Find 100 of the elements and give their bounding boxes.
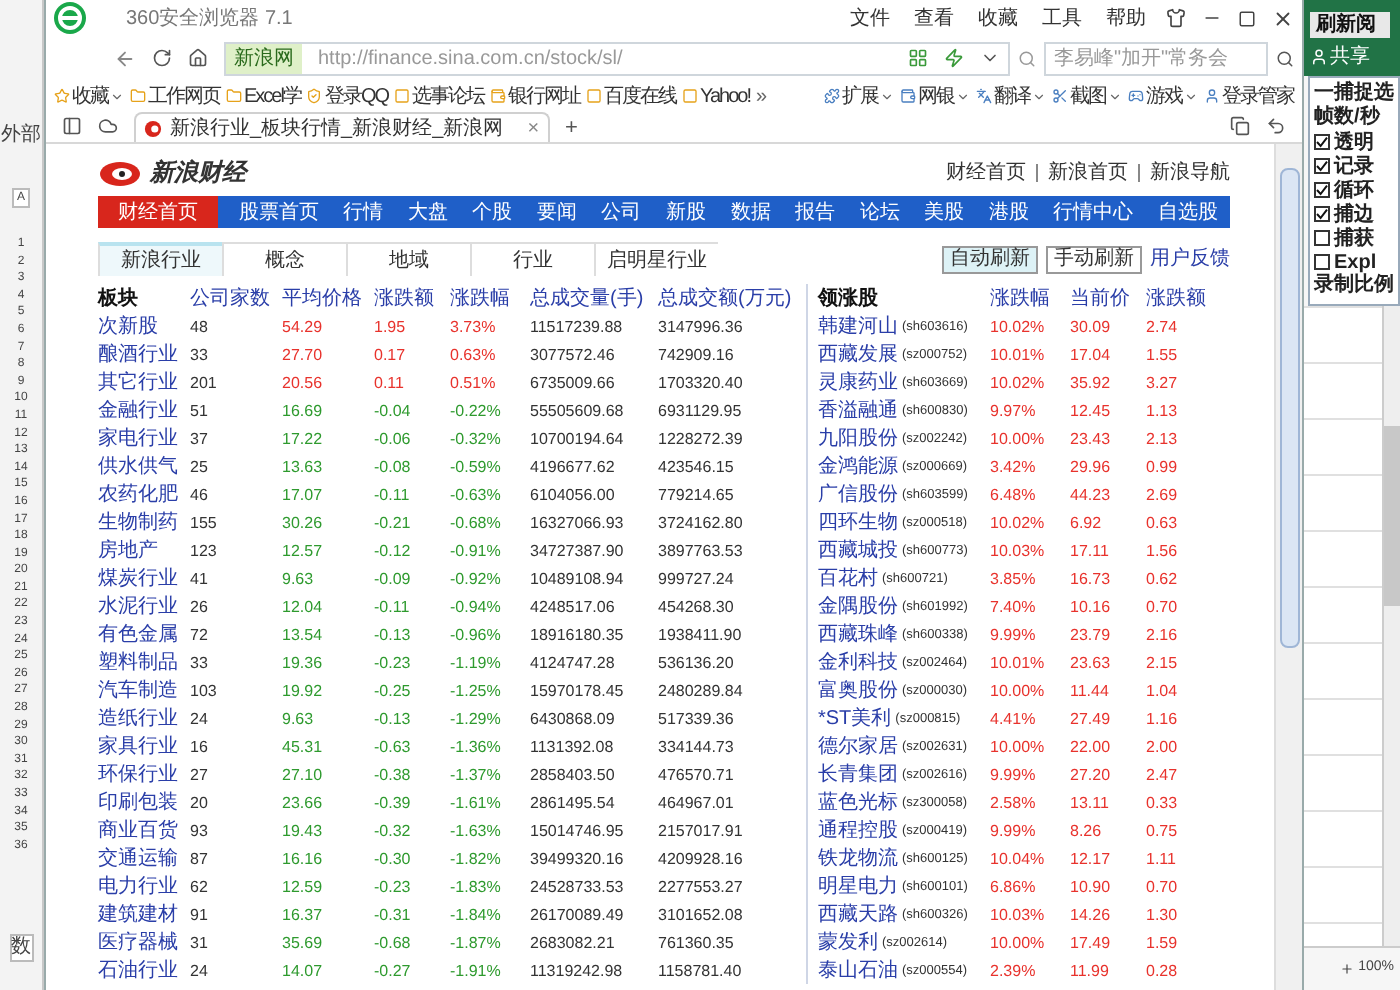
stock-link[interactable]: 铁龙物流 — [818, 844, 898, 874]
stock-link[interactable]: 蓝色光标 — [818, 788, 898, 818]
stock-link[interactable]: 金隅股份 — [818, 592, 898, 622]
close-icon[interactable] — [1272, 7, 1294, 29]
sub-tab[interactable]: 新浪行业 — [98, 242, 222, 276]
checkbox[interactable] — [1314, 206, 1330, 222]
tab-close-button[interactable]: × — [527, 113, 540, 143]
feedback-link[interactable]: 用户反馈 — [1150, 244, 1230, 274]
sector-link[interactable]: 家电行业 — [98, 424, 190, 454]
share-button[interactable]: 共享 — [1330, 42, 1370, 72]
checkbox[interactable] — [1314, 230, 1330, 246]
sector-link[interactable]: 供水供气 — [98, 452, 190, 482]
sub-tab[interactable]: 地域 — [346, 242, 470, 276]
stock-link[interactable]: *ST美利 — [818, 704, 892, 734]
stock-link[interactable]: 香溢融通 — [818, 396, 898, 426]
nav-link[interactable]: 公司 — [597, 196, 646, 228]
stock-link[interactable]: 泰山石油 — [818, 956, 898, 986]
browser-tab[interactable]: 新浪行业_板块行情_新浪财经_新浪网 × — [134, 112, 550, 142]
sector-link[interactable]: 有色金属 — [98, 620, 190, 650]
nav-link[interactable]: 论坛 — [855, 196, 904, 228]
refresh-button[interactable]: 自动刷新 — [942, 245, 1038, 273]
stock-link[interactable]: 西藏城投 — [818, 536, 898, 566]
zoom-in-icon[interactable] — [1340, 962, 1355, 976]
lightning-icon[interactable] — [944, 48, 964, 68]
checkbox[interactable] — [1314, 134, 1330, 150]
bookmark-button[interactable]: 收藏 — [54, 81, 124, 111]
menu-item[interactable]: 帮助 — [1106, 3, 1146, 33]
sector-link[interactable]: 印刷包装 — [98, 788, 190, 818]
search-field[interactable]: 李易峰"加开"常务会 — [1044, 41, 1268, 75]
sector-link[interactable]: 造纸行业 — [98, 704, 190, 734]
stock-link[interactable]: 西藏发展 — [818, 340, 898, 370]
sub-tab[interactable]: 启明星行业 — [594, 242, 718, 276]
sector-link[interactable]: 煤炭行业 — [98, 564, 190, 594]
scrollbar[interactable] — [1384, 306, 1400, 946]
bookmark-button[interactable]: Excel学 — [226, 81, 301, 111]
stock-link[interactable]: 西藏天路 — [818, 900, 898, 930]
stock-link[interactable]: 德尔家居 — [818, 732, 898, 762]
sector-link[interactable]: 酿酒行业 — [98, 340, 190, 370]
refresh-button[interactable]: 手动刷新 — [1046, 245, 1142, 273]
bookmark-button[interactable]: 登录QQ — [306, 81, 389, 111]
sector-link[interactable]: 次新股 — [98, 312, 190, 342]
overflow-button[interactable]: » — [755, 81, 768, 111]
nav-link[interactable]: 港股 — [984, 196, 1033, 228]
home-icon[interactable] — [188, 48, 208, 68]
bookmark-button[interactable]: 登录管家 — [1204, 81, 1294, 111]
checkbox[interactable] — [1314, 254, 1330, 270]
undo-icon[interactable] — [1266, 116, 1286, 136]
refresh-button[interactable]: 刷新阅 — [1310, 12, 1390, 38]
site-badge[interactable]: 新浪网 — [226, 43, 302, 73]
grid-icon[interactable] — [908, 48, 928, 68]
bookmark-button[interactable]: 翻译 — [976, 81, 1046, 111]
sector-link[interactable]: 家具行业 — [98, 732, 190, 762]
sector-link[interactable]: 房地产 — [98, 536, 190, 566]
reload-icon[interactable] — [152, 48, 172, 68]
bookmark-button[interactable]: 百度在线 — [586, 81, 677, 111]
sector-link[interactable]: 塑料制品 — [98, 648, 190, 678]
checkbox[interactable] — [1314, 182, 1330, 198]
sector-link[interactable]: 农药化肥 — [98, 480, 190, 510]
maximize-icon[interactable] — [1238, 9, 1256, 27]
nav-link[interactable]: 财经首页 — [98, 196, 218, 228]
nav-link[interactable]: 大盘 — [403, 196, 452, 228]
bookmark-button[interactable]: 网银 — [900, 81, 970, 111]
bookmark-button[interactable]: 截图 — [1052, 81, 1122, 111]
sub-tab[interactable]: 行业 — [470, 242, 594, 276]
nav-link[interactable]: 要闻 — [532, 196, 581, 228]
bookmark-button[interactable]: 选事论坛 — [394, 81, 485, 111]
top-link[interactable]: 新浪首页 — [1048, 157, 1128, 187]
search-icon[interactable] — [1276, 49, 1294, 67]
sector-link[interactable]: 其它行业 — [98, 368, 190, 398]
nav-link[interactable]: 报告 — [791, 196, 840, 228]
nav-link[interactable]: 行情中心 — [1049, 196, 1138, 228]
stock-link[interactable]: 灵康药业 — [818, 368, 898, 398]
sector-link[interactable]: 电力行业 — [98, 872, 190, 902]
checkbox[interactable] — [1314, 158, 1330, 174]
sector-link[interactable]: 商业百货 — [98, 816, 190, 846]
address-field[interactable]: 新浪网 http://finance.sina.com.cn/stock/sl/ — [224, 41, 1010, 75]
stock-link[interactable]: 百花村 — [818, 564, 878, 594]
sector-link[interactable]: 金融行业 — [98, 396, 190, 426]
scrollbar[interactable] — [1274, 144, 1302, 990]
sector-link[interactable]: 建筑建材 — [98, 900, 190, 930]
nav-link[interactable]: 股票首页 — [234, 196, 323, 228]
sector-link[interactable]: 环保行业 — [98, 760, 190, 790]
sector-link[interactable]: 石油行业 — [98, 956, 190, 986]
nav-link[interactable]: 自选股 — [1153, 196, 1222, 228]
scrollbar-thumb[interactable] — [1279, 168, 1299, 648]
bookmark-button[interactable]: 游戏 — [1128, 81, 1198, 111]
stock-link[interactable]: 明星电力 — [818, 872, 898, 902]
new-tab-button[interactable]: + — [565, 114, 578, 142]
stock-link[interactable]: 富奥股份 — [818, 676, 898, 706]
stock-link[interactable]: 四环生物 — [818, 508, 898, 538]
sector-link[interactable]: 生物制药 — [98, 508, 190, 538]
bookmark-button[interactable]: 银行网址 — [490, 81, 581, 111]
nav-link[interactable]: 行情 — [339, 196, 388, 228]
top-link[interactable]: 财经首页 — [946, 157, 1026, 187]
nav-link[interactable]: 美股 — [920, 196, 969, 228]
nav-link[interactable]: 数据 — [726, 196, 775, 228]
stock-link[interactable]: 韩建河山 — [818, 312, 898, 342]
top-link[interactable]: 新浪导航 — [1150, 157, 1230, 187]
nav-link[interactable]: 个股 — [468, 196, 517, 228]
back-icon[interactable] — [114, 47, 136, 69]
